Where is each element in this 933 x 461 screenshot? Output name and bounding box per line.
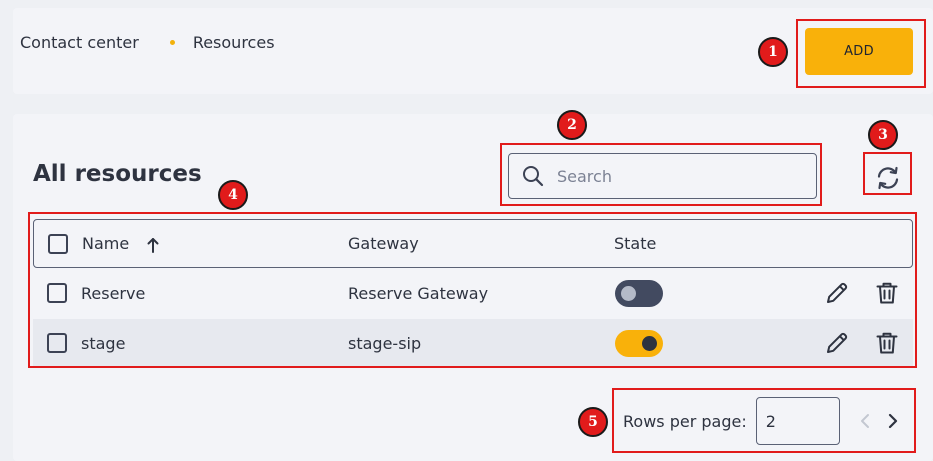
callout-box-refresh xyxy=(863,152,912,195)
callout-marker-4: 4 xyxy=(218,180,248,210)
callout-box-table xyxy=(28,212,917,368)
callout-marker-1: 1 xyxy=(758,37,788,67)
breadcrumb: Contact center Resources xyxy=(20,33,275,52)
callout-marker-5: 5 xyxy=(578,407,608,437)
page-title: All resources xyxy=(33,161,202,187)
breadcrumb-item-resources: Resources xyxy=(192,33,275,52)
callout-marker-2: 2 xyxy=(557,110,587,140)
callout-marker-3: 3 xyxy=(868,120,898,150)
breadcrumb-item-contact-center[interactable]: Contact center xyxy=(20,33,139,52)
callout-box-add xyxy=(796,19,926,88)
breadcrumb-separator-dot xyxy=(169,40,175,45)
callout-box-pagination xyxy=(612,388,916,453)
callout-box-search xyxy=(500,143,822,206)
